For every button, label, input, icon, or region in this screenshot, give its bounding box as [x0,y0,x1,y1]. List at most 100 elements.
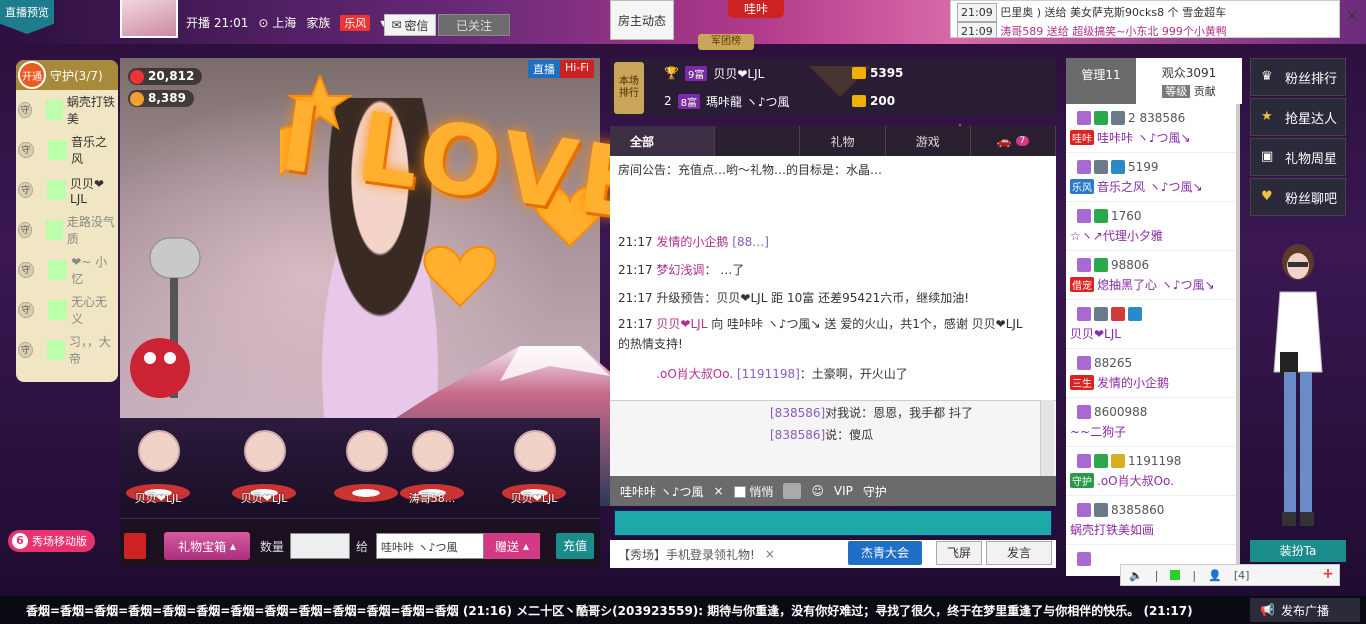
guard-item[interactable]: 守 ❤~ 小忆 [16,250,118,290]
tab-game[interactable]: 游戏 [886,126,971,156]
gift-bag-icon[interactable] [124,533,146,559]
plus-icon[interactable]: + [1320,566,1336,582]
quiet-checkbox[interactable]: 悄悄 [733,483,773,500]
guard-avatar [45,100,63,120]
family-badge[interactable]: 乐风 [340,14,371,31]
chat-input[interactable] [614,510,1052,536]
guard-item[interactable]: 守 音乐之风 [16,130,118,170]
seat[interactable]: 涛哥58... [400,430,464,510]
location: ⊙ 上海 [258,14,296,31]
tab-2[interactable] [715,126,801,156]
audience-scrollbar[interactable] [1236,104,1240,564]
mobile-login-promo[interactable]: 【秀场】手机登录领礼物! [610,546,755,563]
host-avatar[interactable] [120,0,178,38]
speaker-icon[interactable]: 🔈 [1129,569,1143,582]
grab-star-button[interactable]: ★ 抢星达人 [1250,98,1346,136]
rank-row[interactable]: 2 8富 瑪咔龍 ヽ♪つ風 [664,90,790,112]
guard-item[interactable]: 守 蜗壳打铁美 [16,90,118,130]
guard-item[interactable]: 守 贝贝❤LJL [16,170,118,210]
audience-item[interactable]: 88265 三生 发情的小企鹅 [1066,349,1236,398]
recharge-button[interactable]: 充值 [556,533,594,559]
guard-item[interactable]: 守 习，，大帝 [16,330,118,370]
notice-user-link[interactable]: 涛哥589 [1000,25,1043,37]
privilege-icon [1111,160,1125,174]
open-guard-button[interactable]: 开通 [18,61,46,89]
audience-item[interactable]: 2 838586 哇咔 哇咔咔 ヽ♪つ風↘ [1066,104,1236,153]
guard-item[interactable]: 守 走路没气质 [16,210,118,250]
guard-name: 蜗壳打铁美 [66,95,115,126]
tab-viewers[interactable]: 观众3091 等级 贡献 [1136,58,1242,104]
msg-user[interactable]: 梦幻浅调 [656,263,704,277]
msg-uid: [838586] [770,428,826,442]
follow-button[interactable]: 已关注 [438,14,510,36]
guard-shield-icon: 守 [18,222,32,238]
send-message-button[interactable]: 发言 [986,541,1052,565]
audience-item[interactable]: 1760 ☆ヽ↗代理小夕雅 [1066,202,1236,251]
tab-car[interactable]: 🚗 7 [971,126,1057,156]
seat[interactable]: 贝贝❤LJL [126,430,190,510]
room-announcement: 房间公告：充值点…哟～礼物…的目标是：水晶… [618,163,883,177]
send-gift-button[interactable]: 赠送 ▴ [484,533,540,559]
audience-item[interactable]: 1191198 守护 .oO肖大叔Oo. [1066,447,1236,496]
gift-icon: ▣ [1261,149,1274,164]
gift-week-button[interactable]: ▣ 礼物周星 [1250,138,1346,176]
msg-uid: [88…] [732,235,769,249]
give-to-label: 给 [356,540,369,554]
vip-emoji-button[interactable]: VIP [834,484,853,498]
dress-up-avatar[interactable] [1260,232,1336,538]
msg-user[interactable]: .oO肖大叔Oo. [656,367,733,381]
notice-time: 21:09 [957,22,997,37]
fly-screen-button[interactable]: 飞屏 [936,541,982,565]
image-icon[interactable] [783,483,802,499]
private-message-button[interactable]: ✉ 密信 [384,14,436,36]
publish-broadcast-button[interactable]: 📢 发布广播 [1250,598,1360,622]
audience-item[interactable]: 5199 乐风 音乐之风 ヽ♪つ風↘ [1066,153,1236,202]
seat-avatar [514,430,556,472]
audience-item[interactable]: 贝贝❤LJL [1066,300,1236,349]
audience-item[interactable]: 98806 借宠 熄抽黑了心 ヽ♪つ風↘ [1066,251,1236,300]
privilege-icon [1094,209,1108,223]
live-quality-badge[interactable]: 直播 Hi-Fi [528,60,594,78]
guard-avatar [47,140,68,160]
chat-target-select[interactable]: 哇咔咔 ヽ♪つ風 [620,483,703,500]
tab-all[interactable]: 全部 [610,126,716,156]
mobile-version-button[interactable]: 6 秀场移动版 [8,530,95,552]
separator: | [1192,568,1197,582]
guard-emoji-button[interactable]: 守护 [863,483,887,500]
rank-badge: 8富 [677,93,701,109]
fans-rank-button[interactable]: ♛ 粉丝排行 [1250,58,1346,96]
rank-name: 瑪咔龍 ヽ♪つ風 [706,94,790,109]
close-icon[interactable]: × [765,547,775,561]
dress-up-button[interactable]: 装扮Ta [1250,540,1346,562]
audio-count: [4] [1233,568,1250,582]
audience-id: 2 838586 [1128,111,1186,125]
close-icon[interactable]: × [713,484,723,498]
fans-chat-button[interactable]: ♥ 粉丝聊吧 [1250,178,1346,216]
sort-contrib-button[interactable]: 贡献 [1194,85,1216,98]
guard-item[interactable]: 守 无心无义 [16,290,118,330]
quantity-input[interactable] [290,533,350,559]
guard-avatar [46,340,65,360]
jieqing-button[interactable]: 杰青大会 [848,541,922,565]
msg-user[interactable]: 贝贝❤LJL [656,317,707,331]
gift-box-button[interactable]: 礼物宝箱 ▴ [164,532,250,560]
privilege-icon [1077,356,1091,370]
host-dynamic-button[interactable]: 房主动态 [610,0,674,40]
audience-item[interactable]: 8385860 蜗壳打铁美如画 [1066,496,1236,545]
msg-user[interactable]: 发情的小企鹅 [656,235,728,249]
audience-name: 贝贝❤LJL [1070,326,1121,341]
recipient-select[interactable]: 哇咔咔 ヽ♪つ風 [376,533,484,559]
rank-row[interactable]: 🏆 9富 贝贝❤LJL [664,62,764,84]
sort-grade-button[interactable]: 等级 [1162,85,1191,98]
chat-scrollbar[interactable] [1040,400,1054,476]
tab-managers[interactable]: 管理11 [1066,58,1136,104]
audience-item[interactable]: 8600988 ~~二狗子 [1066,398,1236,447]
audience-id: 1191198 [1128,454,1182,468]
army-rank-button[interactable]: 军团榜 [698,34,754,50]
seat[interactable]: 贝贝❤LJL [232,430,296,510]
close-icon[interactable]: × [1342,8,1362,28]
seat[interactable]: 贝贝❤LJL [502,430,566,510]
seat[interactable] [334,430,398,510]
tab-gift[interactable]: 礼物 [800,126,886,156]
smiley-icon[interactable]: ☺ [811,484,824,498]
